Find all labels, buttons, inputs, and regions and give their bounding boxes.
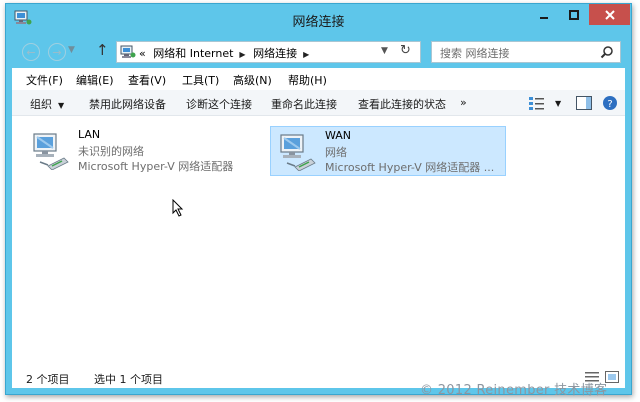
menu-help[interactable]: 帮助(H) [288,72,327,88]
organize-button[interactable]: 组织 ▼ [30,96,64,112]
connection-adapter: Microsoft Hyper-V 网络适配器 ... [325,161,495,174]
maximize-icon [569,9,579,20]
search-placeholder: 搜索 网络连接 [440,47,510,60]
address-dropdown[interactable]: ▼ [381,46,388,56]
up-button[interactable]: ↑ [96,41,109,59]
back-button[interactable]: ← [22,43,40,61]
address-bar[interactable]: « 网络和 Internet ▶ 网络连接 ▶ ▼ ↻ [116,41,421,63]
change-view-icon[interactable] [528,95,546,111]
menu-tools[interactable]: 工具(T) [182,72,219,88]
organize-label: 组织 [30,98,52,111]
menu-advanced[interactable]: 高级(N) [233,72,272,88]
more-commands-button[interactable]: » [460,96,467,109]
menu-bar: 文件(F) 编辑(E) 查看(V) 工具(T) 高级(N) 帮助(H) [12,68,625,90]
menu-file[interactable]: 文件(F) [26,72,63,88]
connection-item-lan[interactable]: LAN 未识别的网络 Microsoft Hyper-V 网络适配器 [24,126,252,176]
close-icon [604,9,615,20]
arrow-right-icon: → [52,45,62,59]
navigation-bar: ← → ▼ ↑ « 网络和 Internet ▶ 网络连接 ▶ ▼ ↻ 搜索 网… [12,37,625,67]
breadcrumb-network-connections[interactable]: 网络连接 [253,47,297,60]
screenshot-frame: 网络连接 ← → ▼ ↑ « 网络和 Internet ▶ 网络连接 ▶ ▼ ↻… [0,0,640,402]
minimize-button[interactable] [529,4,559,25]
connection-adapter: Microsoft Hyper-V 网络适配器 [78,160,234,173]
watermark: © 2012 Reinember 技术博客 [420,383,608,398]
help-icon[interactable]: ? [601,95,619,111]
view-status-button[interactable]: 查看此连接的状态 [358,96,446,112]
refresh-icon[interactable]: ↻ [400,43,411,58]
chevron-right-icon[interactable]: ▶ [303,50,309,59]
control-panel-icon [120,45,136,58]
command-bar: 组织 ▼ 禁用此网络设备 诊断这个连接 重命名此连接 查看此连接的状态 » ▼ [12,90,625,116]
view-options-dropdown[interactable]: ▼ [555,99,561,108]
maximize-button[interactable] [559,4,589,25]
mouse-cursor-icon [172,199,184,217]
menu-edit[interactable]: 编辑(E) [76,72,114,88]
close-button[interactable] [589,4,630,25]
preview-pane-icon[interactable] [575,95,593,111]
breadcrumb-network-internet[interactable]: 网络和 Internet [153,47,233,60]
connections-list: LAN 未识别的网络 Microsoft Hyper-V 网络适配器 WAN 网… [12,116,625,366]
connection-status: 未识别的网络 [78,145,144,158]
chevron-right-icon[interactable]: ▶ [239,50,245,59]
explorer-window: 网络连接 ← → ▼ ↑ « 网络和 Internet ▶ 网络连接 ▶ ▼ ↻… [5,3,632,395]
chevron-down-icon: ▼ [58,101,65,110]
search-icon[interactable] [600,45,614,59]
recent-locations-dropdown[interactable]: ▼ [68,45,75,55]
selection-count: 选中 1 个项目 [94,373,163,386]
forward-button[interactable]: → [48,43,66,61]
arrow-left-icon: ← [26,45,36,59]
minimize-icon [540,16,548,19]
rename-button[interactable]: 重命名此连接 [271,96,337,112]
connection-item-wan[interactable]: WAN 网络 Microsoft Hyper-V 网络适配器 ... [270,126,506,176]
network-adapter-icon [280,134,316,171]
breadcrumb-overflow[interactable]: « [139,47,146,60]
item-count: 2 个项目 [26,373,70,386]
connection-name: WAN [325,129,352,142]
search-input[interactable]: 搜索 网络连接 [431,41,621,63]
menu-view[interactable]: 查看(V) [128,72,166,88]
breadcrumb: « 网络和 Internet ▶ 网络连接 ▶ [139,45,313,61]
disable-device-button[interactable]: 禁用此网络设备 [89,96,166,112]
client-area: 文件(F) 编辑(E) 查看(V) 工具(T) 高级(N) 帮助(H) 组织 ▼ … [12,68,625,388]
title-bar[interactable]: 网络连接 [6,4,631,34]
network-adapter-icon [33,133,69,170]
connection-name: LAN [78,128,101,141]
diagnose-button[interactable]: 诊断这个连接 [186,96,252,112]
connection-status: 网络 [325,146,347,159]
svg-text:?: ? [607,99,612,110]
